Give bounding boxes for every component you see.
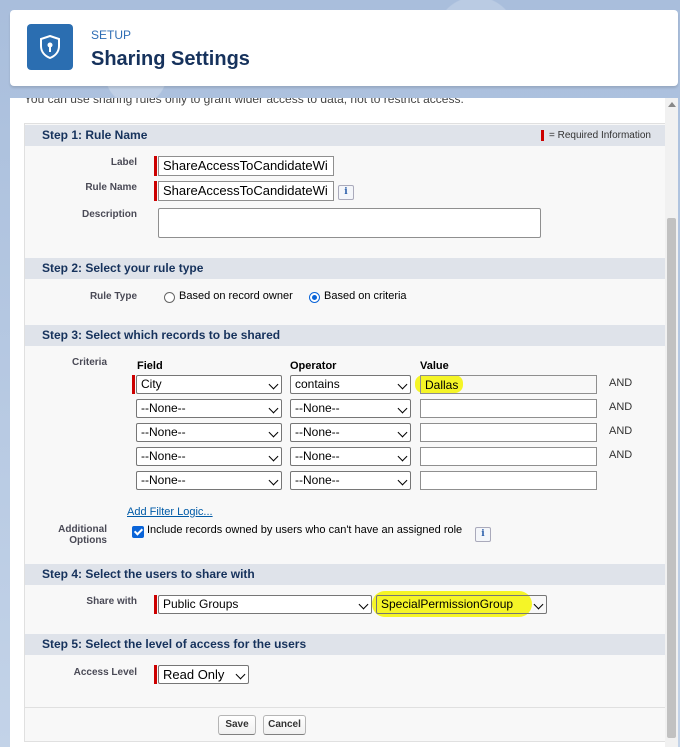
label-label: Label (110, 157, 137, 168)
criteria-field-select[interactable]: --None-- (136, 471, 282, 490)
cancel-button[interactable]: Cancel (263, 715, 306, 735)
and-label: AND (609, 401, 633, 413)
and-label: AND (609, 425, 633, 437)
criteria-operator-select[interactable]: --None-- (290, 423, 411, 442)
and-label: AND (609, 377, 633, 389)
criteria-value-input[interactable] (420, 423, 597, 442)
main-panel: You can use sharing rules only to grant … (10, 98, 678, 747)
step1-title: Step 1: Rule Name (42, 128, 148, 142)
criteria-value-input[interactable] (420, 471, 597, 490)
step1-header: Step 1: Rule Name = Required Information (25, 125, 665, 146)
step5-title: Step 5: Select the level of access for t… (42, 637, 307, 651)
criteria-value-input[interactable] (420, 447, 597, 466)
scrollbar[interactable] (665, 98, 678, 747)
radio-criteria-label: Based on criteria (324, 290, 407, 302)
step5-header: Step 5: Select the level of access for t… (25, 634, 665, 655)
include-records-checkbox[interactable] (132, 526, 144, 538)
divider (25, 707, 665, 708)
sharing-rule-form: Step 1: Rule Name = Required Information… (24, 123, 666, 742)
share-target-select[interactable]: SpecialPermissionGroup (376, 595, 547, 614)
required-indicator (154, 156, 157, 176)
radio-record-owner[interactable] (164, 292, 175, 303)
criteria-label: Criteria (71, 357, 107, 368)
criteria-field-select[interactable]: --None-- (136, 423, 282, 442)
criteria-operator-select[interactable]: contains (290, 375, 411, 394)
and-label: AND (609, 449, 633, 461)
radio-record-owner-label: Based on record owner (179, 290, 293, 302)
description-textarea[interactable] (158, 208, 541, 238)
breadcrumb[interactable]: SETUP (91, 28, 131, 42)
criteria-field-select[interactable]: City (136, 375, 282, 394)
info-icon[interactable]: i (475, 527, 491, 542)
criteria-field-select[interactable]: --None-- (136, 447, 282, 466)
required-indicator (154, 665, 157, 684)
step2-header: Step 2: Select your rule type (25, 258, 665, 279)
step4-header: Step 4: Select the users to share with (25, 564, 665, 585)
additional-options-label: Additional Options (58, 524, 107, 546)
share-with-label: Share with (86, 596, 137, 607)
access-level-select[interactable]: Read Only (158, 665, 249, 684)
intro-text: You can use sharing rules only to grant … (24, 98, 464, 106)
radio-criteria[interactable] (309, 292, 320, 303)
criteria-value-input[interactable] (420, 399, 597, 418)
page-header: SETUP Sharing Settings (10, 10, 678, 86)
step3-header: Step 3: Select which records to be share… (25, 325, 665, 346)
step4-title: Step 4: Select the users to share with (42, 567, 255, 581)
label-input[interactable]: ShareAccessToCandidateWi (158, 156, 334, 176)
required-indicator (154, 595, 157, 614)
save-button[interactable]: Save (218, 715, 256, 735)
step3-title: Step 3: Select which records to be share… (42, 328, 281, 342)
required-legend: = Required Information (540, 125, 651, 146)
setup-shield-icon (27, 24, 73, 70)
required-indicator (132, 375, 135, 394)
rule-name-input[interactable]: ShareAccessToCandidateWi (158, 181, 334, 201)
rule-type-label: Rule Type (89, 291, 137, 302)
rule-name-label: Rule Name (85, 182, 137, 193)
step2-title: Step 2: Select your rule type (42, 261, 204, 275)
info-icon[interactable]: i (338, 185, 354, 200)
col-operator: Operator (290, 360, 337, 372)
access-level-label: Access Level (73, 667, 137, 678)
col-value: Value (420, 360, 449, 372)
criteria-field-select[interactable]: --None-- (136, 399, 282, 418)
required-indicator (154, 181, 157, 201)
criteria-operator-select[interactable]: --None-- (290, 471, 411, 490)
share-type-select[interactable]: Public Groups (158, 595, 372, 614)
col-field: Field (137, 360, 163, 372)
criteria-operator-select[interactable]: --None-- (290, 447, 411, 466)
include-records-label: Include records owned by users who can't… (147, 524, 463, 536)
scroll-thumb[interactable] (667, 218, 676, 738)
criteria-operator-select[interactable]: --None-- (290, 399, 411, 418)
add-filter-logic-link[interactable]: Add Filter Logic... (127, 506, 213, 518)
description-label: Description (81, 209, 137, 220)
page-title: Sharing Settings (91, 48, 250, 70)
scroll-up-arrow-icon[interactable] (668, 102, 676, 107)
criteria-value-input[interactable]: Dallas (420, 375, 597, 394)
